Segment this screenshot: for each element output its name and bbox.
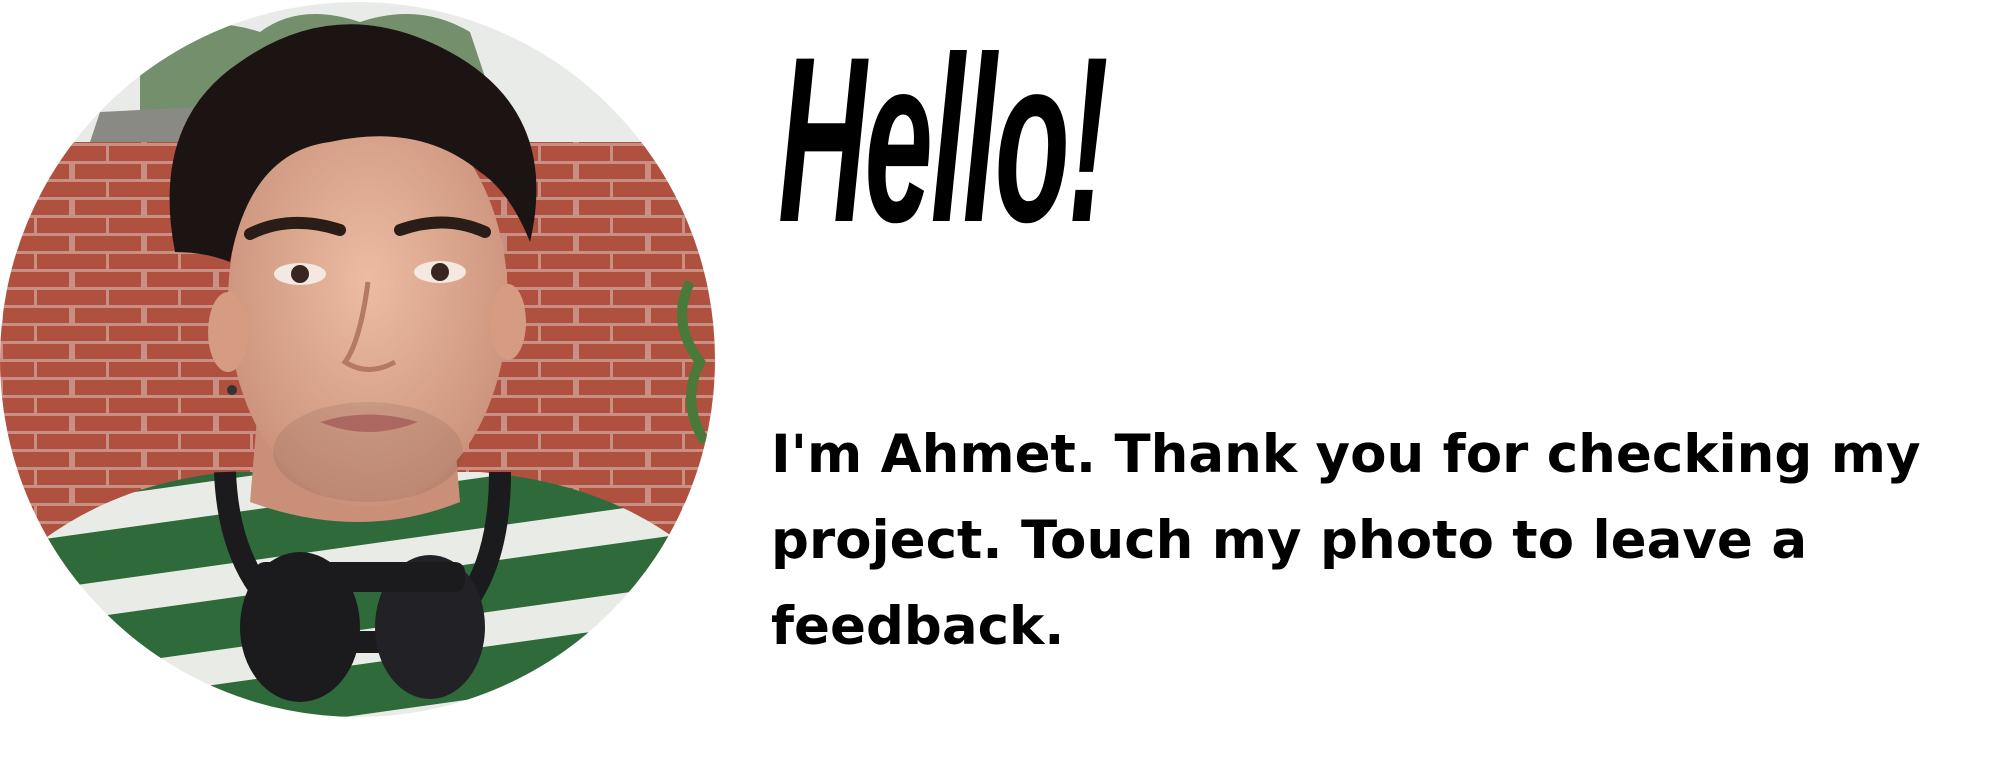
intro-card: Hello! I'm Ahmet. Thank you for checking…	[0, 0, 1999, 778]
greeting-title: Hello!	[778, 8, 1108, 272]
portrait-illustration	[0, 2, 715, 717]
profile-photo[interactable]	[0, 2, 715, 717]
intro-message: I'm Ahmet. Thank you for checking my pro…	[771, 424, 1921, 657]
